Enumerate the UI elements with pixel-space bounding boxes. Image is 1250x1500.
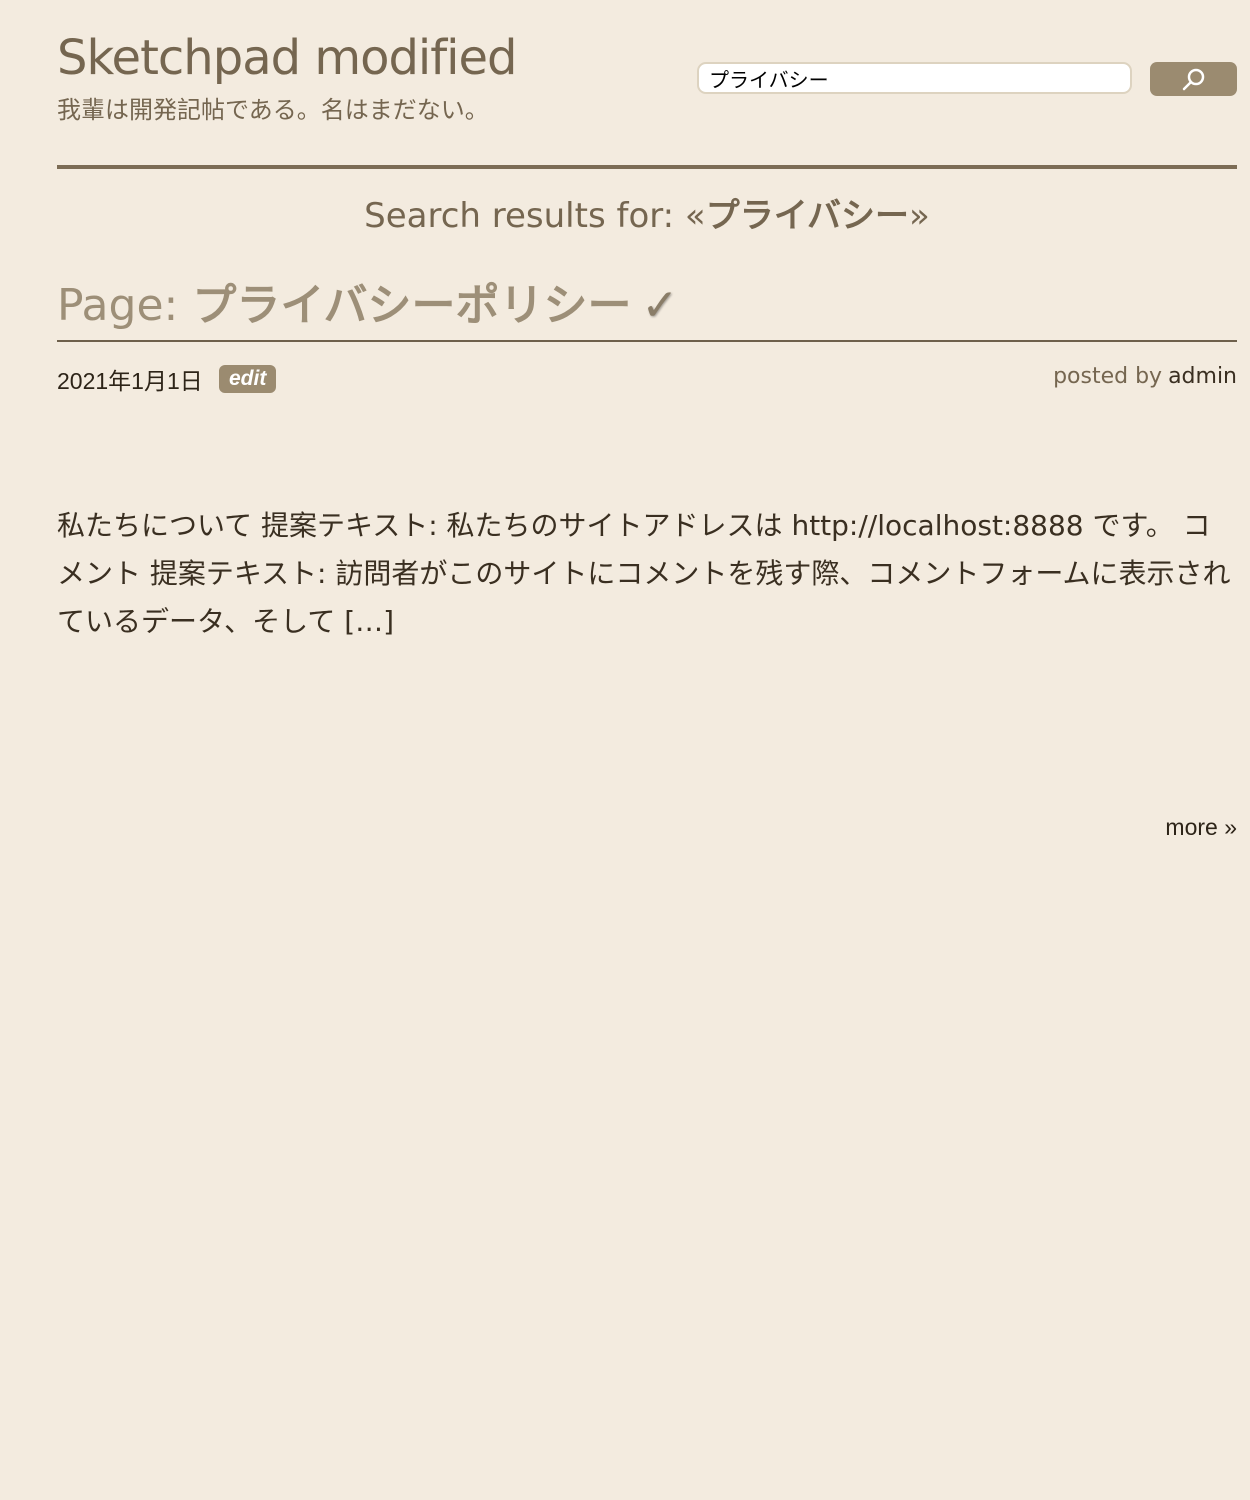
site-title[interactable]: Sketchpad modified (57, 28, 517, 88)
search-results-prefix: Search results for: « (364, 196, 706, 236)
result-type-label: Page: (57, 280, 193, 331)
posted-by-label: posted by (1053, 364, 1163, 389)
search-button[interactable] (1150, 62, 1237, 96)
site-tagline: 我輩は開発記帖である。名はまだない。 (57, 96, 489, 124)
post-date: 2021年1月1日 (57, 368, 203, 394)
search-results-heading: Search results for: «プライバシー» (57, 192, 1237, 240)
search-form (697, 62, 1237, 96)
search-results-suffix: » (909, 196, 930, 236)
result-title: Page: プライバシーポリシー ✓ (57, 272, 1237, 342)
header-divider (57, 165, 1237, 169)
result-title-link[interactable]: プライバシーポリシー (192, 280, 631, 331)
more-link[interactable]: more » (1165, 814, 1237, 841)
site-header: Sketchpad modified 我輩は開発記帖である。名はまだない。 (57, 0, 1237, 170)
search-input[interactable] (697, 62, 1132, 94)
edit-link[interactable]: edit (219, 365, 277, 393)
result-meta: 2021年1月1日 edit posted by admin (57, 358, 1237, 398)
search-result: Page: プライバシーポリシー ✓ 2021年1月1日 edit posted … (57, 272, 1237, 398)
search-icon (1182, 68, 1205, 91)
search-results-query: プライバシー (705, 196, 910, 236)
author-link[interactable]: admin (1168, 364, 1237, 389)
result-excerpt: 私たちについて 提案テキスト: 私たちのサイトアドレスは http://loca… (57, 509, 1231, 638)
checkmark-icon: ✓ (641, 280, 679, 331)
posted-by: posted by admin (1053, 364, 1237, 389)
